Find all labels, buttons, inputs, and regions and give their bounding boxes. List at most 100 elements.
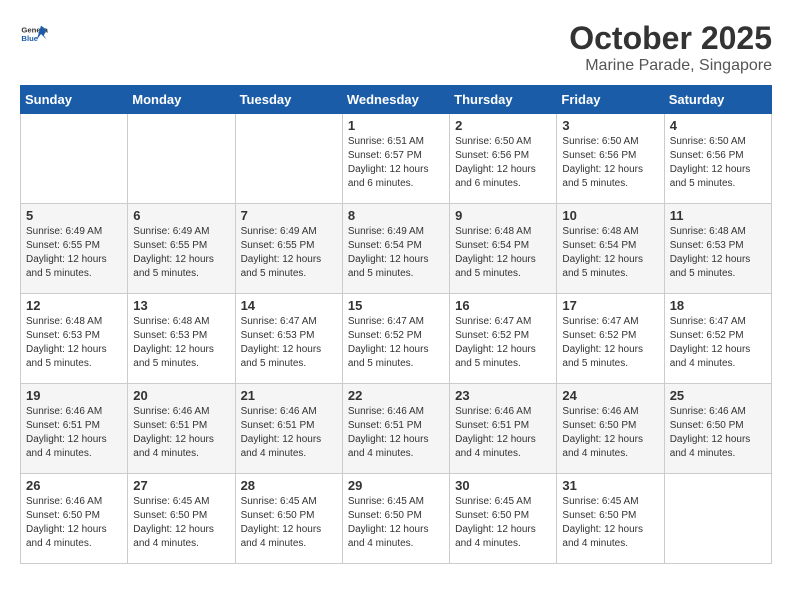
day-info: Sunrise: 6:48 AM Sunset: 6:53 PM Dayligh… — [26, 315, 122, 371]
day-info: Sunrise: 6:46 AM Sunset: 6:51 PM Dayligh… — [133, 405, 229, 461]
weekday-header: Sunday — [21, 86, 128, 114]
day-number: 2 — [455, 118, 551, 133]
day-number: 17 — [562, 298, 658, 313]
day-number: 29 — [348, 478, 444, 493]
day-number: 8 — [348, 208, 444, 223]
day-info: Sunrise: 6:47 AM Sunset: 6:52 PM Dayligh… — [455, 315, 551, 371]
day-number: 19 — [26, 388, 122, 403]
day-info: Sunrise: 6:49 AM Sunset: 6:54 PM Dayligh… — [348, 225, 444, 281]
calendar-cell: 29 Sunrise: 6:45 AM Sunset: 6:50 PM Dayli… — [342, 474, 449, 564]
day-number: 31 — [562, 478, 658, 493]
svg-text:Blue: Blue — [21, 34, 38, 43]
calendar-week-row: 12 Sunrise: 6:48 AM Sunset: 6:53 PM Dayli… — [21, 294, 772, 384]
day-number: 3 — [562, 118, 658, 133]
day-info: Sunrise: 6:46 AM Sunset: 6:51 PM Dayligh… — [348, 405, 444, 461]
day-info: Sunrise: 6:45 AM Sunset: 6:50 PM Dayligh… — [562, 495, 658, 551]
calendar-cell: 9Sunrise: 6:48 AM Sunset: 6:54 PM Daylig… — [450, 204, 557, 294]
day-number: 10 — [562, 208, 658, 223]
calendar-cell: 6 Sunrise: 6:49 AM Sunset: 6:55 PM Daylig… — [128, 204, 235, 294]
day-info: Sunrise: 6:48 AM Sunset: 6:54 PM Dayligh… — [455, 225, 551, 281]
day-info: Sunrise: 6:48 AM Sunset: 6:53 PM Dayligh… — [133, 315, 229, 371]
day-number: 14 — [241, 298, 337, 313]
day-number: 22 — [348, 388, 444, 403]
day-number: 7 — [241, 208, 337, 223]
calendar-cell: 11Sunrise: 6:48 AM Sunset: 6:53 PM Dayli… — [664, 204, 771, 294]
day-info: Sunrise: 6:47 AM Sunset: 6:52 PM Dayligh… — [670, 315, 766, 371]
day-info: Sunrise: 6:46 AM Sunset: 6:50 PM Dayligh… — [26, 495, 122, 551]
day-info: Sunrise: 6:49 AM Sunset: 6:55 PM Dayligh… — [26, 225, 122, 281]
day-info: Sunrise: 6:45 AM Sunset: 6:50 PM Dayligh… — [133, 495, 229, 551]
calendar-cell: 3Sunrise: 6:50 AM Sunset: 6:56 PM Daylig… — [557, 114, 664, 204]
calendar-week-row: 26Sunrise: 6:46 AM Sunset: 6:50 PM Dayli… — [21, 474, 772, 564]
calendar-cell — [21, 114, 128, 204]
calendar-cell: 14 Sunrise: 6:47 AM Sunset: 6:53 PM Dayli… — [235, 294, 342, 384]
day-number: 15 — [348, 298, 444, 313]
calendar-cell — [664, 474, 771, 564]
day-info: Sunrise: 6:46 AM Sunset: 6:50 PM Dayligh… — [562, 405, 658, 461]
calendar-cell: 23 Sunrise: 6:46 AM Sunset: 6:51 PM Dayli… — [450, 384, 557, 474]
day-info: Sunrise: 6:46 AM Sunset: 6:51 PM Dayligh… — [455, 405, 551, 461]
calendar-cell: 26Sunrise: 6:46 AM Sunset: 6:50 PM Dayli… — [21, 474, 128, 564]
calendar-cell: 10 Sunrise: 6:48 AM Sunset: 6:54 PM Dayli… — [557, 204, 664, 294]
calendar-week-row: 1Sunrise: 6:51 AM Sunset: 6:57 PM Daylig… — [21, 114, 772, 204]
weekday-header: Tuesday — [235, 86, 342, 114]
calendar-cell — [128, 114, 235, 204]
title-block: October 2025 Marine Parade, Singapore — [569, 20, 772, 75]
logo: General Blue — [20, 20, 48, 48]
calendar-cell: 8 Sunrise: 6:49 AM Sunset: 6:54 PM Daylig… — [342, 204, 449, 294]
day-number: 6 — [133, 208, 229, 223]
calendar-cell: 22 Sunrise: 6:46 AM Sunset: 6:51 PM Dayli… — [342, 384, 449, 474]
day-info: Sunrise: 6:49 AM Sunset: 6:55 PM Dayligh… — [133, 225, 229, 281]
day-number: 23 — [455, 388, 551, 403]
calendar-cell: 15 Sunrise: 6:47 AM Sunset: 6:52 PM Dayli… — [342, 294, 449, 384]
day-number: 5 — [26, 208, 122, 223]
day-info: Sunrise: 6:47 AM Sunset: 6:52 PM Dayligh… — [348, 315, 444, 371]
day-number: 11 — [670, 208, 766, 223]
day-info: Sunrise: 6:50 AM Sunset: 6:56 PM Dayligh… — [455, 135, 551, 191]
calendar-cell: 24 Sunrise: 6:46 AM Sunset: 6:50 PM Dayli… — [557, 384, 664, 474]
calendar-cell: 19 Sunrise: 6:46 AM Sunset: 6:51 PM Dayli… — [21, 384, 128, 474]
day-info: Sunrise: 6:48 AM Sunset: 6:54 PM Dayligh… — [562, 225, 658, 281]
day-info: Sunrise: 6:45 AM Sunset: 6:50 PM Dayligh… — [241, 495, 337, 551]
weekday-header: Thursday — [450, 86, 557, 114]
calendar-week-row: 19 Sunrise: 6:46 AM Sunset: 6:51 PM Dayli… — [21, 384, 772, 474]
page-header: General Blue October 2025 Marine Parade,… — [20, 20, 772, 75]
day-info: Sunrise: 6:51 AM Sunset: 6:57 PM Dayligh… — [348, 135, 444, 191]
day-number: 30 — [455, 478, 551, 493]
calendar-cell: 13Sunrise: 6:48 AM Sunset: 6:53 PM Dayli… — [128, 294, 235, 384]
calendar-cell: 28 Sunrise: 6:45 AM Sunset: 6:50 PM Dayli… — [235, 474, 342, 564]
calendar-cell: 25Sunrise: 6:46 AM Sunset: 6:50 PM Dayli… — [664, 384, 771, 474]
weekday-header: Monday — [128, 86, 235, 114]
day-number: 20 — [133, 388, 229, 403]
day-info: Sunrise: 6:46 AM Sunset: 6:51 PM Dayligh… — [26, 405, 122, 461]
day-number: 12 — [26, 298, 122, 313]
day-number: 25 — [670, 388, 766, 403]
logo-icon: General Blue — [20, 20, 48, 48]
calendar-cell: 30 Sunrise: 6:45 AM Sunset: 6:50 PM Dayli… — [450, 474, 557, 564]
calendar-cell: 7Sunrise: 6:49 AM Sunset: 6:55 PM Daylig… — [235, 204, 342, 294]
day-number: 4 — [670, 118, 766, 133]
calendar-cell: 20 Sunrise: 6:46 AM Sunset: 6:51 PM Dayli… — [128, 384, 235, 474]
calendar-cell: 1Sunrise: 6:51 AM Sunset: 6:57 PM Daylig… — [342, 114, 449, 204]
calendar-week-row: 5 Sunrise: 6:49 AM Sunset: 6:55 PM Daylig… — [21, 204, 772, 294]
day-info: Sunrise: 6:47 AM Sunset: 6:53 PM Dayligh… — [241, 315, 337, 371]
day-info: Sunrise: 6:45 AM Sunset: 6:50 PM Dayligh… — [348, 495, 444, 551]
calendar-cell: 16Sunrise: 6:47 AM Sunset: 6:52 PM Dayli… — [450, 294, 557, 384]
day-number: 21 — [241, 388, 337, 403]
calendar-table: SundayMondayTuesdayWednesdayThursdayFrid… — [20, 85, 772, 564]
day-number: 24 — [562, 388, 658, 403]
location: Marine Parade, Singapore — [569, 57, 772, 75]
calendar-cell: 12 Sunrise: 6:48 AM Sunset: 6:53 PM Dayli… — [21, 294, 128, 384]
day-info: Sunrise: 6:50 AM Sunset: 6:56 PM Dayligh… — [670, 135, 766, 191]
day-number: 27 — [133, 478, 229, 493]
day-number: 28 — [241, 478, 337, 493]
month-title: October 2025 — [569, 20, 772, 57]
calendar-cell: 18Sunrise: 6:47 AM Sunset: 6:52 PM Dayli… — [664, 294, 771, 384]
weekday-header: Friday — [557, 86, 664, 114]
calendar-cell: 31 Sunrise: 6:45 AM Sunset: 6:50 PM Dayli… — [557, 474, 664, 564]
day-info: Sunrise: 6:46 AM Sunset: 6:51 PM Dayligh… — [241, 405, 337, 461]
day-info: Sunrise: 6:45 AM Sunset: 6:50 PM Dayligh… — [455, 495, 551, 551]
weekday-header-row: SundayMondayTuesdayWednesdayThursdayFrid… — [21, 86, 772, 114]
calendar-cell: 21 Sunrise: 6:46 AM Sunset: 6:51 PM Dayli… — [235, 384, 342, 474]
calendar-cell: 27 Sunrise: 6:45 AM Sunset: 6:50 PM Dayli… — [128, 474, 235, 564]
